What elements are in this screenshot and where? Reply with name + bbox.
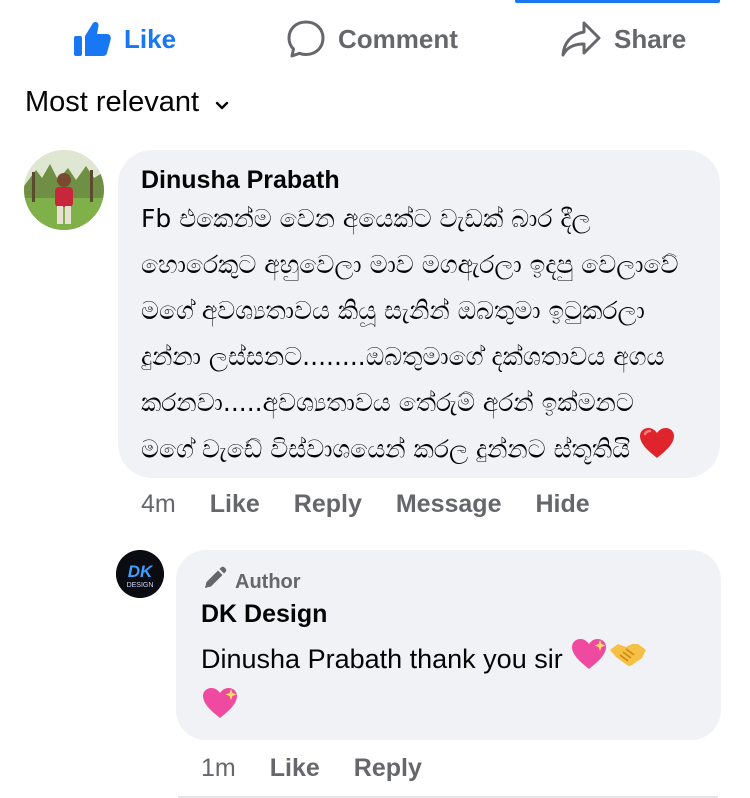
comment-meta: 4m Like Reply Message Hide [141, 490, 590, 519]
reply-line: Dinusha Prabath thank you sir [201, 636, 711, 685]
speech-bubble-icon [286, 19, 326, 59]
pencil-icon [201, 566, 227, 598]
comment-reply-button[interactable]: Reply [294, 490, 362, 519]
like-button[interactable]: Like [72, 12, 176, 66]
dk-design-avatar[interactable]: DK DESIGN [116, 550, 164, 598]
comment-line: Fb එකෙන්ම වෙන අයෙක්ට වැඩක් බාර දීල [141, 204, 591, 233]
reply-text: Dinusha Prabath thank you sir [201, 636, 711, 734]
author-badge: Author [201, 566, 301, 598]
reply-like-button[interactable]: Like [270, 754, 320, 783]
comment-message-button[interactable]: Message [396, 490, 502, 519]
share-button[interactable]: Share [560, 12, 686, 66]
comment-like-button[interactable]: Like [210, 490, 260, 519]
comment-text: Fb එකෙන්ම වෙන අයෙක්ට වැඩක් බාර දීල හොරෙක… [141, 196, 711, 475]
dk-logo-letters: DK [128, 562, 154, 581]
commenter-avatar[interactable] [24, 150, 104, 230]
comment-line-text: මගේ වැඩේ විස්වාශයෙන් කරල දුන්නට ස්තූතියි [141, 434, 631, 464]
share-label: Share [614, 23, 687, 54]
comment-timestamp[interactable]: 4m [141, 490, 176, 519]
comment-line: කරනවා.....අවශ්‍යතාවය තේරුම් අරන් ඉක්මනට [141, 388, 634, 417]
reply-line-text: Dinusha Prabath thank you sir [201, 644, 563, 674]
handshake-emoji-icon [608, 638, 648, 684]
reply-reply-button[interactable]: Reply [354, 754, 422, 783]
sparkling-heart-emoji-icon [201, 686, 239, 734]
comment-button[interactable]: Comment [286, 12, 458, 66]
sparkling-heart-emoji-icon [570, 637, 608, 685]
comment-author-name[interactable]: Dinusha Prabath [141, 166, 340, 195]
red-heart-emoji-icon [638, 426, 676, 475]
like-label: Like [124, 23, 177, 54]
reply-timestamp[interactable]: 1m [201, 754, 236, 783]
reply-line [201, 685, 711, 734]
author-badge-label: Author [235, 570, 301, 593]
comment-line: මගේ අවශ්‍යතාවය කියූ සැනින් ඔබතුමා ඉටුකරල… [141, 296, 645, 325]
chevron-down-icon [215, 86, 229, 119]
comment-line: හොරෙකුට අහුවෙලා මාව මගඇරලා ඉදපු වෙලාවේ [141, 250, 679, 279]
comment-hide-button[interactable]: Hide [535, 490, 589, 519]
dk-logo-subtitle: DESIGN [127, 582, 154, 589]
comment-line: දුන්නා ලස්සනට........ඔබතුමාගේ දක්ශතාවය අ… [141, 342, 665, 371]
reply-author-name[interactable]: DK Design [201, 600, 327, 629]
comment-sort-dropdown[interactable]: Most relevant [25, 86, 229, 119]
comment-label: Comment [338, 23, 458, 54]
comment-line: මගේ වැඩේ විස්වාශයෙන් කරල දුන්නට ස්තූතියි [141, 426, 711, 475]
share-arrow-icon [560, 19, 602, 59]
post-action-bar: Like Comment Share [0, 12, 750, 66]
active-tab-indicator [515, 0, 720, 3]
thumbs-up-icon [72, 19, 112, 59]
reply-meta: 1m Like Reply [201, 754, 422, 783]
sort-label: Most relevant [25, 86, 200, 118]
